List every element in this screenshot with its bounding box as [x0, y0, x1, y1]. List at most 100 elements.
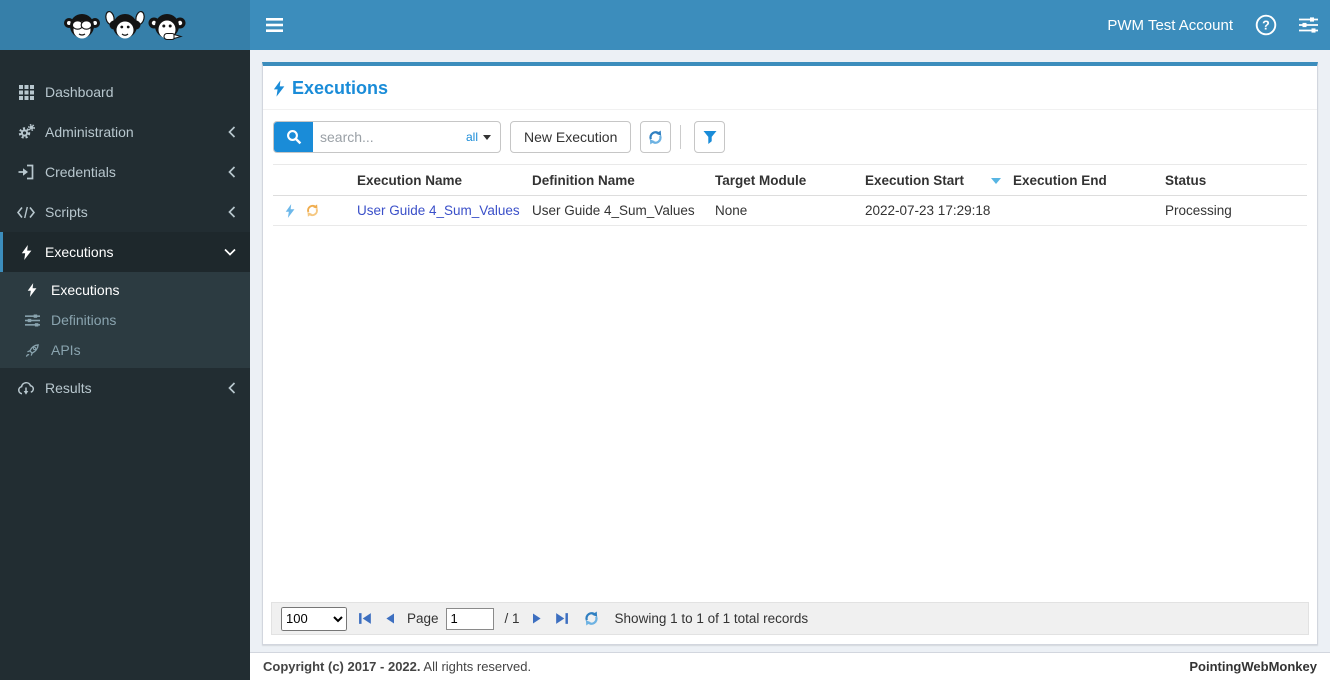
cell-target-module: None: [711, 195, 861, 226]
rocket-icon: [21, 343, 43, 358]
page-title-text: Executions: [292, 78, 389, 98]
account-menu[interactable]: PWM Test Account: [1107, 17, 1233, 34]
sidebar: Dashboard Administration Credentials Scr…: [0, 50, 250, 680]
submenu-item-label: Executions: [51, 282, 120, 298]
sign-in-icon: [15, 164, 37, 180]
search-icon: [286, 130, 301, 145]
grid-icon: [15, 84, 37, 100]
copyright-text: Copyright (c) 2017 - 2022. All rights re…: [263, 659, 531, 674]
column-header-target-module[interactable]: Target Module: [711, 164, 861, 196]
column-header-execution-end[interactable]: Execution End: [1009, 164, 1161, 196]
search-scope-dropdown[interactable]: all: [466, 130, 500, 144]
submenu-item-label: Definitions: [51, 312, 117, 328]
bolt-icon: [21, 283, 43, 297]
logo[interactable]: [0, 0, 250, 50]
search-group: all: [273, 121, 501, 153]
copyright-rest: All rights reserved.: [423, 659, 532, 674]
column-header-icons: [273, 164, 353, 196]
sliders-icon: [21, 314, 43, 327]
sidebar-toggle-button[interactable]: [250, 0, 299, 50]
table-row[interactable]: User Guide 4_Sum_Values User Guide 4_Sum…: [273, 195, 1307, 226]
top-bar: PWM Test Account ?: [0, 0, 1330, 50]
submenu-item-apis[interactable]: APIs: [0, 335, 250, 365]
settings-button[interactable]: [1299, 17, 1318, 33]
app-window: PWM Test Account ? Dashboard Administrat…: [0, 0, 1330, 680]
next-page-button[interactable]: [531, 612, 543, 625]
prev-page-icon: [386, 613, 394, 624]
sidebar-item-administration[interactable]: Administration: [0, 112, 250, 152]
first-page-button[interactable]: [358, 612, 373, 625]
next-page-icon: [532, 613, 541, 624]
cell-definition-name: User Guide 4_Sum_Values: [528, 195, 711, 226]
sidebar-item-scripts[interactable]: Scripts: [0, 192, 250, 232]
toolbar-divider: [680, 125, 682, 149]
cell-execution-end: [1009, 195, 1161, 226]
cloud-download-icon: [15, 381, 37, 395]
help-button[interactable]: ?: [1255, 14, 1277, 36]
sliders-icon: [1299, 17, 1318, 33]
table-empty-space: [263, 226, 1317, 602]
navbar: PWM Test Account ?: [250, 0, 1330, 50]
execution-bolt-icon[interactable]: [285, 203, 295, 218]
sidebar-item-label: Results: [45, 380, 92, 396]
executions-table: Execution Name Definition Name Target Mo…: [273, 164, 1307, 226]
sort-desc-icon: [991, 177, 1001, 184]
filter-button[interactable]: [694, 121, 726, 153]
cell-status: Processing: [1161, 195, 1307, 226]
bolt-icon: [15, 244, 37, 260]
brand-name: PointingWebMonkey: [1189, 659, 1317, 674]
sidebar-item-label: Scripts: [45, 204, 88, 220]
records-summary: Showing 1 to 1 of 1 total records: [614, 611, 809, 626]
chevron-left-icon: [228, 166, 236, 178]
search-button[interactable]: [274, 122, 313, 152]
executions-table-wrap: Execution Name Definition Name Target Mo…: [263, 164, 1317, 226]
sidebar-item-credentials[interactable]: Credentials: [0, 152, 250, 192]
column-header-label: Execution Start: [865, 173, 965, 188]
submenu-item-definitions[interactable]: Definitions: [0, 305, 250, 335]
sidebar-menu: Dashboard Administration Credentials Scr…: [0, 50, 250, 408]
execution-name-link[interactable]: User Guide 4_Sum_Values: [357, 203, 520, 218]
help-icon: ?: [1255, 14, 1277, 36]
new-execution-button[interactable]: New Execution: [510, 121, 632, 153]
page-number-input[interactable]: [445, 607, 494, 630]
filter-icon: [703, 130, 717, 144]
chevron-left-icon: [228, 382, 236, 394]
navbar-right: PWM Test Account ?: [1107, 14, 1318, 36]
first-page-icon: [359, 613, 371, 624]
footer: Copyright (c) 2017 - 2022. All rights re…: [250, 652, 1330, 680]
submenu-item-executions[interactable]: Executions: [0, 275, 250, 305]
cell-execution-name: User Guide 4_Sum_Values: [353, 195, 528, 226]
column-header-definition-name[interactable]: Definition Name: [528, 164, 711, 196]
chevron-down-icon: [224, 248, 236, 256]
page-label: Page: [407, 611, 439, 626]
refresh-button[interactable]: [640, 121, 672, 153]
page-size-select[interactable]: 100: [281, 606, 347, 631]
search-input[interactable]: [313, 129, 466, 145]
column-header-execution-start[interactable]: Execution Start: [861, 164, 1009, 196]
gears-icon: [15, 124, 37, 140]
chevron-left-icon: [228, 206, 236, 218]
last-page-button[interactable]: [554, 612, 569, 625]
three-monkeys-logo-icon: [64, 10, 186, 41]
pager-refresh-button[interactable]: [583, 610, 600, 627]
sidebar-item-results[interactable]: Results: [0, 368, 250, 408]
code-icon: [15, 206, 37, 219]
processing-spinner-icon[interactable]: [305, 203, 320, 218]
svg-text:?: ?: [1262, 18, 1270, 32]
sidebar-item-label: Administration: [45, 124, 134, 140]
prev-page-button[interactable]: [384, 612, 396, 625]
table-header-row: Execution Name Definition Name Target Mo…: [273, 164, 1307, 196]
executions-panel: Executions all: [262, 62, 1318, 645]
toolbar: all New Execution: [263, 110, 1317, 164]
refresh-icon: [584, 611, 598, 626]
bolt-icon: [273, 80, 285, 97]
copyright-years: Copyright (c) 2017 - 2022.: [263, 659, 421, 674]
submenu-item-label: APIs: [51, 342, 81, 358]
content-area: Executions all: [250, 50, 1330, 680]
sidebar-item-label: Executions: [45, 244, 114, 260]
column-header-execution-name[interactable]: Execution Name: [353, 164, 528, 196]
panel-header: Executions: [263, 66, 1317, 110]
sidebar-item-dashboard[interactable]: Dashboard: [0, 72, 250, 112]
column-header-status[interactable]: Status: [1161, 164, 1307, 196]
sidebar-item-executions[interactable]: Executions: [0, 232, 250, 272]
